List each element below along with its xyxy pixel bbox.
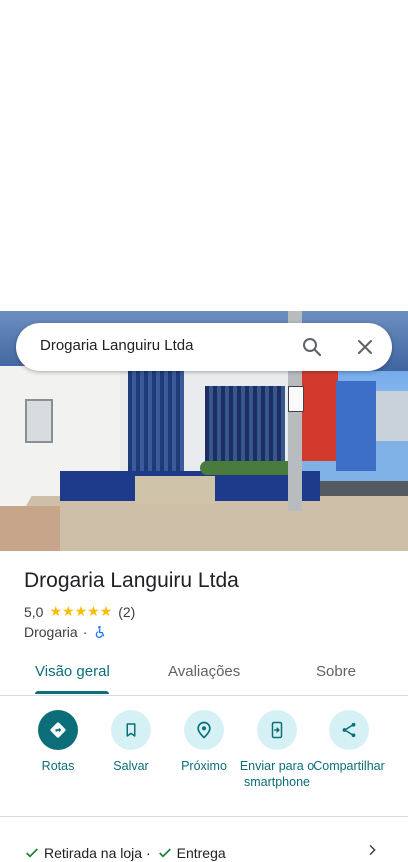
chevron-right-icon[interactable]: [364, 842, 380, 858]
tab-about[interactable]: Sobre: [316, 663, 356, 680]
category-row: Drogaria ·: [24, 624, 107, 640]
review-count[interactable]: (2): [118, 604, 135, 620]
bookmark-icon: [111, 710, 151, 750]
place-details-screen: Drogaria Languiru Ltda Drogaria Languiru…: [0, 0, 408, 862]
send-to-phone-label: Enviar para o smartphone: [239, 759, 315, 789]
search-query-text[interactable]: Drogaria Languiru Ltda: [40, 337, 193, 354]
nearby-label: Próximo: [181, 759, 227, 773]
map-area[interactable]: [0, 0, 408, 311]
rating-value: 5,0: [24, 603, 44, 620]
actions-divider: [0, 816, 408, 817]
directions-button[interactable]: Rotas: [18, 710, 98, 774]
send-to-phone-button[interactable]: Enviar para o smartphone: [237, 710, 317, 790]
services-row[interactable]: Retirada na loja · Entrega: [24, 845, 226, 861]
tab-reviews[interactable]: Avaliações: [168, 663, 240, 680]
wheelchair-accessible-icon: [93, 625, 107, 639]
nearby-icon: [184, 710, 224, 750]
save-button[interactable]: Salvar: [91, 710, 171, 774]
save-label: Salvar: [113, 759, 149, 773]
pickup-label: Retirada na loja ·: [44, 845, 151, 861]
search-bar[interactable]: Drogaria Languiru Ltda: [16, 323, 392, 371]
rating-row[interactable]: 5,0 ★★★★★ (2): [24, 603, 135, 620]
share-icon: [329, 710, 369, 750]
place-category: Drogaria: [24, 624, 78, 640]
active-tab-indicator: [35, 691, 109, 694]
nearby-button[interactable]: Próximo: [164, 710, 244, 774]
check-icon: [157, 845, 173, 861]
tabs-divider: [0, 695, 408, 696]
delivery-label: Entrega: [176, 845, 226, 861]
place-title: Drogaria Languiru Ltda: [24, 569, 239, 592]
send-to-phone-icon: [257, 710, 297, 750]
tab-overview[interactable]: Visão geral: [35, 663, 110, 680]
share-button[interactable]: Compartilhar: [309, 710, 389, 774]
directions-icon: [38, 710, 78, 750]
share-label: Compartilhar: [313, 759, 385, 773]
search-icon[interactable]: [300, 335, 324, 359]
directions-label: Rotas: [41, 759, 75, 773]
check-icon: [24, 845, 40, 861]
separator-dot: ·: [82, 624, 88, 640]
star-rating: ★★★★★: [49, 603, 113, 619]
close-icon[interactable]: [353, 335, 377, 359]
